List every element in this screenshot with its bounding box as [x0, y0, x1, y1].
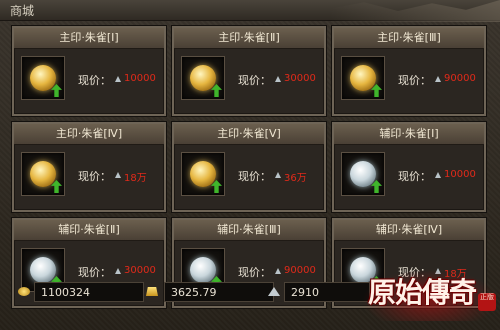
price-label: 现价：	[398, 170, 431, 183]
item-name: 主印·朱雀[Ⅲ]	[334, 28, 484, 49]
silver-ingot-icon	[275, 76, 281, 82]
item-name: 辅印·朱雀[Ⅱ]	[14, 220, 164, 241]
item-price: 18万	[124, 173, 147, 184]
gold-seal-icon	[30, 65, 56, 91]
gold-seal-icon	[350, 65, 376, 91]
item-name: 辅印·朱雀[Ⅳ]	[334, 220, 484, 241]
item-price: 36万	[284, 173, 307, 184]
silver-ingot-icon	[115, 268, 121, 274]
price-label: 现价：	[238, 170, 271, 183]
price-label: 现价：	[238, 74, 271, 87]
item-name: 辅印·朱雀[Ⅲ]	[174, 220, 324, 241]
shop-item-card[interactable]: 主印·朱雀[Ⅰ] 现价： 10000	[12, 26, 166, 116]
gold-ingot-icon	[146, 287, 158, 296]
price-label: 现价：	[398, 74, 431, 87]
logo-text: 原始傳奇	[368, 276, 477, 309]
item-name: 主印·朱雀[Ⅰ]	[14, 28, 164, 49]
item-name: 主印·朱雀[Ⅱ]	[174, 28, 324, 49]
shop-item-card[interactable]: 主印·朱雀[Ⅳ] 现价： 18万	[12, 122, 166, 212]
item-price: 10000	[444, 169, 476, 180]
item-price: 10000	[124, 73, 156, 84]
item-price: 30000	[284, 73, 316, 84]
gold-seal-icon	[190, 65, 216, 91]
title-bar[interactable]: 商城	[0, 0, 500, 22]
logo-stamp: 正版	[478, 293, 496, 311]
price-label: 现价：	[238, 266, 271, 279]
shop-item-card[interactable]: 辅印·朱雀[Ⅰ] 现价： 10000	[332, 122, 486, 212]
item-price: 30000	[124, 265, 156, 276]
game-logo: 原始傳奇 正版	[362, 263, 498, 327]
coins-icon	[18, 287, 30, 296]
item-price: 90000	[284, 265, 316, 276]
item-slot[interactable]	[21, 56, 65, 100]
shop-item-card[interactable]: 主印·朱雀[Ⅲ] 现价： 90000	[332, 26, 486, 116]
gold-seal-icon	[30, 161, 56, 187]
silver-ingot-icon	[115, 172, 121, 178]
item-slot[interactable]	[181, 152, 225, 196]
silver-seal-icon	[190, 257, 216, 283]
silver-ingot-icon	[435, 172, 441, 178]
window-title: 商城	[10, 4, 35, 18]
shop-item-card[interactable]: 主印·朱雀[Ⅱ] 现价： 30000	[172, 26, 326, 116]
item-grid: 主印·朱雀[Ⅰ] 现价： 10000 主印·朱雀[Ⅱ] 现价： 30000 主印…	[12, 26, 490, 308]
price-label: 现价：	[78, 266, 111, 279]
silver-balance: 2910	[284, 282, 370, 302]
shop-window: 商城 主印·朱雀[Ⅰ] 现价： 10000 主印·朱雀[Ⅱ] 现价： 30000	[0, 0, 500, 330]
price-label: 现价：	[78, 170, 111, 183]
item-name: 辅印·朱雀[Ⅰ]	[334, 124, 484, 145]
item-name: 主印·朱雀[Ⅳ]	[14, 124, 164, 145]
price-label: 现价：	[78, 74, 111, 87]
silver-seal-icon	[350, 161, 376, 187]
item-price: 90000	[444, 73, 476, 84]
item-slot[interactable]	[181, 56, 225, 100]
silver-ingot-icon	[275, 268, 281, 274]
shop-item-card[interactable]: 主印·朱雀[Ⅴ] 现价： 36万	[172, 122, 326, 212]
silver-ingot-icon	[275, 172, 281, 178]
dragon-ornament-icon	[330, 0, 500, 22]
gold-balance: 3625.79	[164, 282, 274, 302]
gold-seal-icon	[190, 161, 216, 187]
silver-seal-icon	[30, 257, 56, 283]
item-slot[interactable]	[341, 152, 385, 196]
item-slot[interactable]	[341, 56, 385, 100]
item-slot[interactable]	[21, 152, 65, 196]
item-name: 主印·朱雀[Ⅴ]	[174, 124, 324, 145]
silver-ingot-icon	[115, 76, 121, 82]
coins-balance: 1100324	[34, 282, 144, 302]
silver-ingot-icon	[435, 76, 441, 82]
